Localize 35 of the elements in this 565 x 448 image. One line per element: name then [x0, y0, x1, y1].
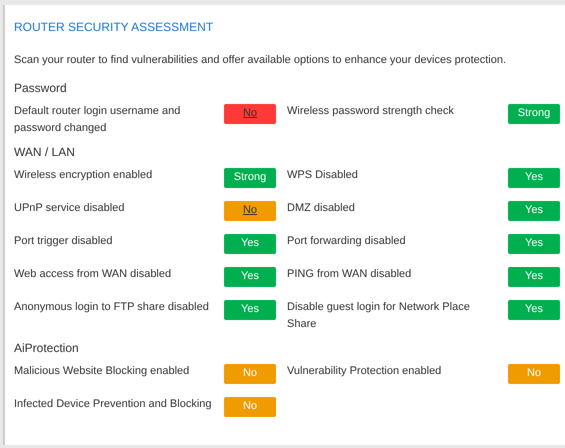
check-label: Wireless password strength check [287, 104, 455, 118]
result-badge: Strong [508, 104, 560, 124]
check-label: WPS Disabled [287, 168, 359, 182]
result-badge: Yes [508, 300, 560, 320]
result-badge: No [224, 364, 276, 384]
section-heading: AiProtection [14, 340, 80, 356]
description-text: Scan your router to find vulnerabilities and offer available options to enhance your devices protection. [14, 53, 508, 68]
check-label: Port forwarding disabled [287, 234, 407, 248]
check-label: UPnP service disabled [14, 200, 126, 216]
check-label: Infected Device Prevention and Blocking [14, 396, 213, 412]
result-link[interactable]: No [224, 200, 276, 220]
check-label: Malicious Website Blocking enabled [14, 364, 190, 378]
check-label: DMZ disabled [287, 200, 356, 216]
section-heading: Password [14, 80, 68, 96]
check-label: Disable guest login for Network Place Share [287, 300, 471, 332]
result-badge: Yes [224, 234, 276, 254]
result-badge: Yes [224, 300, 276, 320]
result-badge: No [224, 396, 276, 416]
result-link[interactable]: No [224, 104, 276, 124]
check-label: Default router login username and password changed [14, 104, 182, 136]
section-heading: WAN / LAN [14, 144, 76, 160]
result-badge: Yes [508, 200, 560, 220]
result-badge: Yes [508, 168, 560, 188]
result-badge: No [508, 364, 560, 384]
check-label: Wireless encryption enabled [14, 168, 154, 182]
result-badge: Strong [224, 168, 276, 188]
result-badge: Yes [508, 234, 560, 254]
check-label: Web access from WAN disabled [14, 266, 172, 282]
check-label: PING from WAN disabled [287, 266, 412, 282]
panel-title: ROUTER SECURITY ASSESSMENT [14, 19, 214, 36]
result-badge: Yes [508, 266, 560, 286]
check-label: Port trigger disabled [14, 234, 114, 248]
result-badge: Yes [224, 266, 276, 286]
check-label: Anonymous login to FTP share disabled [14, 300, 210, 314]
check-label: Vulnerability Protection enabled [287, 364, 442, 378]
